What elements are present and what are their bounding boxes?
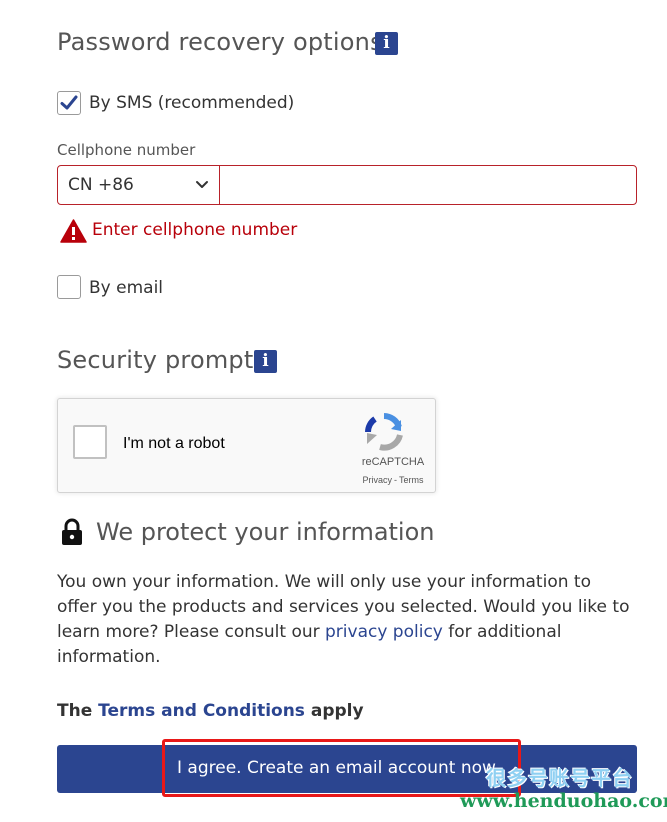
privacy-policy-link[interactable]: privacy policy xyxy=(325,622,443,642)
cellphone-field-group: CN +86 xyxy=(57,165,637,205)
cellphone-input[interactable] xyxy=(220,166,636,204)
recaptcha-logo-icon xyxy=(365,413,403,451)
email-option-label[interactable]: By email xyxy=(89,278,163,298)
chevron-down-icon xyxy=(196,181,208,188)
sms-checkbox[interactable] xyxy=(57,91,81,115)
country-code-value: CN +86 xyxy=(68,175,134,195)
sms-option-label[interactable]: By SMS (recommended) xyxy=(89,93,294,113)
email-checkbox[interactable] xyxy=(57,275,81,299)
recaptcha-separator: - xyxy=(394,475,397,485)
terms-and-conditions-link[interactable]: Terms and Conditions xyxy=(98,701,305,721)
protect-info-paragraph: You own your information. We will only u… xyxy=(57,570,632,670)
terms-suffix: apply xyxy=(304,701,364,721)
protect-info-title: We protect your information xyxy=(96,518,435,546)
lock-icon xyxy=(62,518,82,545)
recaptcha-privacy-link[interactable]: Privacy xyxy=(362,475,392,485)
checkmark-icon xyxy=(60,95,78,110)
recaptcha-brand: reCAPTCHA xyxy=(361,456,425,468)
password-recovery-title: Password recovery options xyxy=(57,28,383,56)
cellphone-error-message: Enter cellphone number xyxy=(92,220,298,240)
info-icon[interactable]: i xyxy=(254,350,277,373)
create-account-button-label: I agree. Create an email account now xyxy=(177,758,496,778)
security-prompt-title: Security prompt xyxy=(57,346,254,374)
recaptcha-label: I'm not a robot xyxy=(123,435,225,452)
country-code-select[interactable]: CN +86 xyxy=(58,166,220,204)
cellphone-label: Cellphone number xyxy=(57,141,196,159)
recaptcha-widget: I'm not a robot reCAPTCHA Privacy - Terms xyxy=(57,398,436,493)
warning-icon xyxy=(60,219,87,243)
recaptcha-terms-link[interactable]: Terms xyxy=(399,475,424,485)
watermark-text: 很多号账号平台 xyxy=(486,766,633,790)
info-icon[interactable]: i xyxy=(375,32,398,55)
terms-line: The Terms and Conditions apply xyxy=(57,701,364,721)
recaptcha-links: Privacy - Terms xyxy=(351,475,435,485)
terms-prefix: The xyxy=(57,701,99,721)
watermark-url: www.henduohao.com xyxy=(460,790,667,812)
recaptcha-checkbox[interactable] xyxy=(73,425,107,459)
